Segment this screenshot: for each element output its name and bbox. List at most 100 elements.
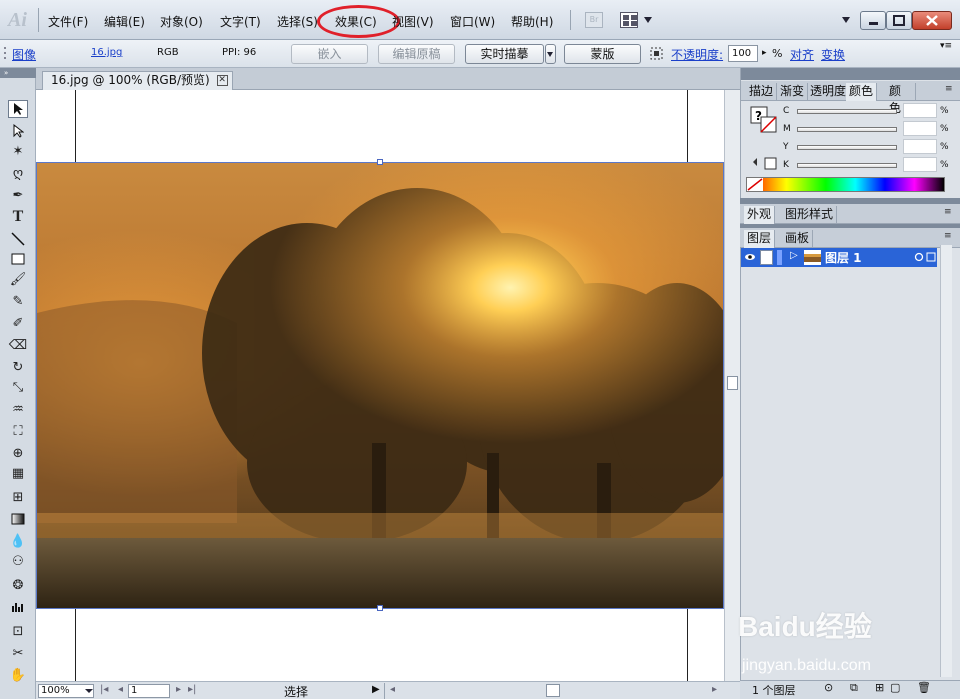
channel-y-input[interactable]: [903, 139, 937, 154]
blend-tool-icon[interactable]: ⚇: [8, 552, 28, 570]
opacity-stepper-arrow[interactable]: ▸: [762, 48, 767, 58]
layer-name[interactable]: 图层 1: [825, 249, 862, 266]
channel-k-slider[interactable]: [797, 163, 897, 168]
horizontal-scrollbar-thumb[interactable]: [546, 684, 560, 697]
magic-wand-tool-icon[interactable]: ✶: [8, 142, 28, 160]
chevron-down-icon[interactable]: [644, 17, 652, 23]
delete-layer-icon[interactable]: 🗑: [917, 681, 931, 694]
eraser-tool-icon[interactable]: ⌫: [8, 336, 28, 354]
panel-menu-icon[interactable]: ≡: [945, 84, 955, 94]
type-tool-icon[interactable]: T: [8, 208, 28, 226]
workspace-chevron-down-icon[interactable]: [842, 17, 850, 23]
rotate-tool-icon[interactable]: ↻: [8, 358, 28, 376]
last-page-icon[interactable]: ▸|: [188, 684, 196, 695]
image-link[interactable]: 图像: [12, 46, 36, 63]
scroll-left-icon[interactable]: ◂: [390, 684, 395, 695]
eyedropper-tool-icon[interactable]: 💧: [8, 532, 28, 550]
menu-view[interactable]: 视图(V): [392, 13, 434, 30]
opacity-input[interactable]: 100: [728, 45, 758, 62]
out-of-gamut-swatch-icon[interactable]: [751, 156, 781, 170]
target-circle-icon[interactable]: [914, 252, 936, 263]
tab-gradient[interactable]: 渐变: [777, 83, 809, 101]
artboard-tool-icon[interactable]: ⊡: [8, 622, 28, 640]
bounding-box-handle[interactable]: [377, 605, 383, 611]
fill-stroke-swatch-icon[interactable]: ?: [750, 106, 778, 136]
filename-link[interactable]: 16.jpg: [91, 47, 122, 58]
perspective-grid-tool-icon[interactable]: ▦: [8, 464, 28, 482]
tab-graphic-styles[interactable]: 图形样式: [782, 206, 838, 224]
lock-toggle[interactable]: [760, 250, 773, 265]
maximize-button[interactable]: [886, 11, 912, 30]
clipping-mask-icon[interactable]: ⧉: [850, 681, 858, 695]
panel-grip-icon[interactable]: [3, 45, 8, 63]
shape-builder-tool-icon[interactable]: ⊕: [8, 444, 28, 462]
symbol-sprayer-tool-icon[interactable]: ❂: [8, 576, 28, 594]
column-graph-tool-icon[interactable]: [8, 598, 28, 616]
placed-image-sunset-trees[interactable]: [36, 162, 724, 609]
bridge-button[interactable]: Br: [585, 12, 603, 28]
free-transform-tool-icon[interactable]: ⛶: [8, 422, 28, 440]
tab-transparency[interactable]: 透明度: [807, 83, 851, 101]
document-tab[interactable]: 16.jpg @ 100% (RGB/预览) ✕: [42, 71, 233, 90]
warp-tool-icon[interactable]: ♒: [8, 400, 28, 418]
mask-button[interactable]: 蒙版: [564, 44, 641, 64]
transparency-options-icon[interactable]: [650, 47, 663, 60]
tab-stroke[interactable]: 描边: [746, 83, 778, 101]
menu-type[interactable]: 文字(T): [220, 13, 261, 30]
tab-color-guide[interactable]: 颜色: [886, 83, 916, 115]
scale-tool-icon[interactable]: ⤡: [8, 378, 28, 396]
channel-y-slider[interactable]: [797, 145, 897, 150]
channel-m-slider[interactable]: [797, 127, 897, 132]
live-trace-button[interactable]: 实时描摹: [465, 44, 544, 64]
rectangle-tool-icon[interactable]: [8, 250, 28, 268]
color-spectrum-bar[interactable]: [746, 177, 945, 192]
menu-help[interactable]: 帮助(H): [511, 13, 553, 30]
opacity-label[interactable]: 不透明度:: [671, 46, 723, 63]
direct-selection-tool-icon[interactable]: [8, 122, 28, 140]
channel-c-input[interactable]: [903, 103, 937, 118]
gradient-tool-icon[interactable]: [8, 510, 28, 528]
align-link[interactable]: 对齐: [790, 46, 814, 63]
vertical-scrollbar-thumb[interactable]: [727, 376, 738, 390]
scroll-right-icon[interactable]: ▸: [712, 684, 717, 695]
layers-scrollbar[interactable]: [940, 245, 952, 677]
mesh-tool-icon[interactable]: ⊞: [8, 488, 28, 506]
menu-edit[interactable]: 编辑(E): [104, 13, 145, 30]
edit-original-button[interactable]: 编辑原稿: [378, 44, 455, 64]
pencil-tool-icon[interactable]: ✎: [8, 292, 28, 310]
tab-appearance[interactable]: 外观: [744, 206, 776, 224]
panel-menu-icon[interactable]: ▾≡: [940, 41, 952, 51]
bounding-box-handle[interactable]: [377, 159, 383, 165]
tab-artboards[interactable]: 画板: [782, 230, 814, 248]
slice-tool-icon[interactable]: ✂: [8, 644, 28, 662]
live-trace-dropdown[interactable]: [545, 44, 556, 64]
prev-page-icon[interactable]: ◂: [118, 684, 123, 695]
panel-dock-header[interactable]: [741, 68, 960, 80]
locate-object-icon[interactable]: ⊙: [824, 681, 833, 694]
panel-menu-icon[interactable]: ≡: [944, 207, 954, 217]
tab-color[interactable]: 颜色: [846, 83, 878, 101]
menu-window[interactable]: 窗口(W): [450, 13, 495, 30]
arrange-documents-icon[interactable]: [620, 12, 638, 28]
vertical-scrollbar[interactable]: [724, 90, 740, 681]
channel-k-input[interactable]: [903, 157, 937, 172]
blob-brush-tool-icon[interactable]: ✐: [8, 314, 28, 332]
chevron-down-icon[interactable]: [85, 689, 93, 693]
close-icon[interactable]: ✕: [216, 75, 228, 86]
selection-tool-icon[interactable]: [8, 100, 28, 118]
new-sublayer-icon[interactable]: ⊞: [875, 681, 884, 694]
tab-layers[interactable]: 图层: [744, 230, 776, 248]
menu-file[interactable]: 文件(F): [48, 13, 88, 30]
visibility-eye-icon[interactable]: [744, 252, 756, 262]
page-select[interactable]: 1: [128, 684, 170, 698]
close-button[interactable]: [912, 11, 952, 30]
new-layer-icon[interactable]: ▢: [890, 681, 900, 694]
pen-tool-icon[interactable]: ✒: [8, 186, 28, 204]
artboard-canvas[interactable]: [36, 90, 724, 681]
panel-menu-icon[interactable]: ≡: [944, 231, 954, 241]
embed-button[interactable]: 嵌入: [291, 44, 368, 64]
minimize-button[interactable]: [860, 11, 886, 30]
paintbrush-tool-icon[interactable]: 🖌: [8, 270, 28, 288]
first-page-icon[interactable]: |◂: [100, 684, 108, 695]
channel-c-slider[interactable]: [797, 109, 897, 114]
